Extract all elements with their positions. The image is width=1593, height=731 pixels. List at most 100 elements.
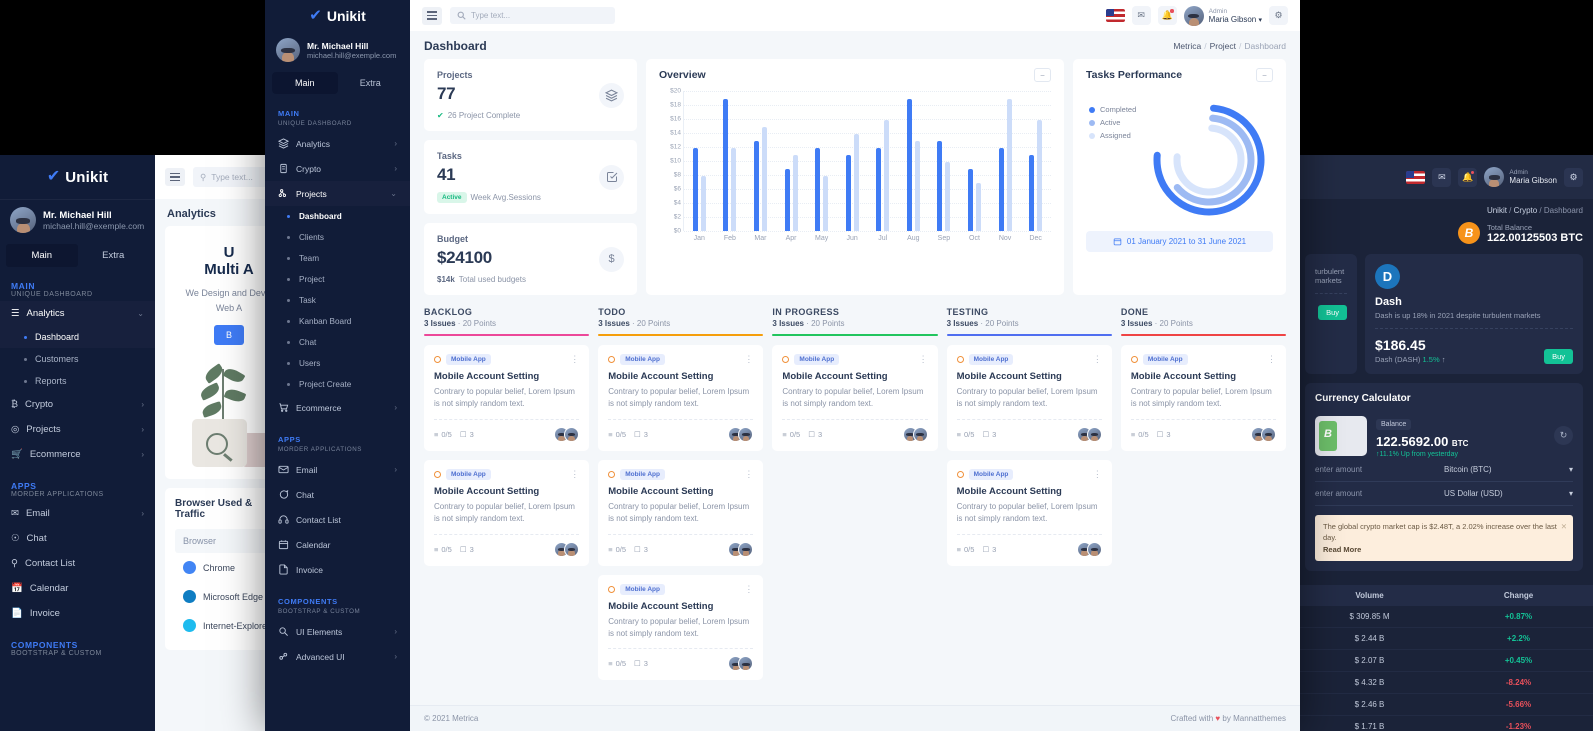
sidebar-tabs[interactable]: Main Extra — [272, 72, 403, 94]
sidebar-item-ui-elements[interactable]: UI Elements › — [265, 619, 410, 644]
dots-vertical-icon[interactable]: ⋮ — [744, 355, 753, 364]
bg-left-profile[interactable]: Mr. Michael Hill michael.hill@exemple.co… — [0, 199, 155, 240]
bg-sidebar-item-dashboard[interactable]: Dashboard — [0, 326, 155, 348]
bell-icon[interactable]: 🔔 — [1157, 6, 1177, 25]
sidebar-item-email[interactable]: Email › — [265, 457, 410, 482]
sidebar-item-invoice[interactable]: Invoice — [265, 557, 410, 582]
gear-icon[interactable]: ⚙ — [1269, 6, 1288, 25]
sidebar-item-advanced-ui[interactable]: Advanced UI › — [265, 644, 410, 669]
dots-vertical-icon[interactable]: ⋮ — [570, 469, 579, 478]
sidebar-item-task[interactable]: Task — [265, 290, 410, 311]
bar[interactable] — [761, 126, 767, 231]
bar[interactable] — [731, 147, 737, 231]
sidebar-item-chat[interactable]: Chat — [265, 332, 410, 353]
sidebar-item-ecommerce[interactable]: Ecommerce › — [265, 395, 410, 420]
dots-vertical-icon[interactable]: ⋮ — [1093, 469, 1102, 478]
bar[interactable] — [1037, 119, 1043, 231]
sidebar-item-contact-list[interactable]: Contact List — [265, 507, 410, 532]
hamburger-icon[interactable] — [165, 168, 185, 186]
bg-left-tabs[interactable]: Main Extra — [6, 244, 149, 267]
bg-sidebar-item-reports[interactable]: Reports — [0, 370, 155, 392]
bg-sidebar-item-contact-list[interactable]: ⚲ Contact List — [0, 551, 155, 576]
bg-sidebar-item-customers[interactable]: Customers — [0, 348, 155, 370]
sidebar-item-clients[interactable]: Clients — [265, 227, 410, 248]
sidebar-item-calendar[interactable]: Calendar — [265, 532, 410, 557]
dots-vertical-icon[interactable]: ⋮ — [744, 469, 753, 478]
buy-button[interactable]: Buy — [1544, 349, 1573, 364]
date-range[interactable]: 01 January 2021 to 31 June 2021 — [1086, 231, 1273, 252]
bar[interactable] — [876, 147, 882, 231]
mail-icon[interactable]: ✉ — [1432, 167, 1452, 187]
bg-sidebar-item-ecommerce[interactable]: 🛒 Ecommerce › — [0, 442, 155, 467]
bar[interactable] — [914, 140, 920, 231]
sidebar-item-project-create[interactable]: Project Create — [265, 374, 410, 395]
us-flag-icon[interactable] — [1406, 170, 1426, 184]
bg-left-tab-extra[interactable]: Extra — [78, 244, 150, 267]
bg-sidebar-item-email[interactable]: ✉ Email › — [0, 501, 155, 526]
search-input[interactable]: Type text... — [450, 7, 615, 24]
kanban-card[interactable]: Mobile App ⋮ Mobile Account Setting Contrar… — [946, 345, 1112, 451]
breadcrumb-mid[interactable]: Project — [1210, 41, 1236, 51]
bg-left-tab-main[interactable]: Main — [6, 244, 78, 267]
bar[interactable] — [815, 147, 821, 231]
dots-vertical-icon[interactable]: ⋮ — [1093, 355, 1102, 364]
buy-button[interactable]: Buy — [1318, 305, 1347, 320]
bar[interactable] — [945, 161, 951, 231]
bar[interactable] — [792, 154, 798, 231]
sidebar-item-chat-app[interactable]: Chat — [265, 482, 410, 507]
sidebar-item-kanban-board[interactable]: Kanban Board — [265, 311, 410, 332]
bell-icon[interactable]: 🔔 — [1458, 167, 1478, 187]
bar[interactable] — [1006, 98, 1012, 231]
hero-button[interactable]: B — [213, 325, 244, 345]
bg-sidebar-item-invoice[interactable]: 📄 Invoice — [0, 601, 155, 626]
bar[interactable] — [998, 147, 1004, 231]
bar[interactable] — [823, 175, 829, 231]
mail-icon[interactable]: ✉ — [1131, 6, 1151, 25]
dots-vertical-icon[interactable]: ⋮ — [919, 355, 928, 364]
admin-menu[interactable]: Admin Maria Gibson ▾ — [1183, 5, 1262, 26]
bar[interactable] — [753, 140, 759, 231]
sidebar-profile[interactable]: Mr. Michael Hill michael.hill@exemple.co… — [265, 31, 410, 69]
bar[interactable] — [937, 140, 943, 231]
tab-main[interactable]: Main — [272, 72, 338, 94]
crumb-root[interactable]: Unikit — [1487, 206, 1507, 215]
bg-sidebar-item-analytics[interactable]: ☰ Analytics ⌄ — [0, 301, 155, 326]
refresh-icon[interactable]: ↻ — [1554, 426, 1573, 445]
kanban-card[interactable]: Mobile App ⋮ Mobile Account Setting Contrar… — [1120, 345, 1287, 451]
sidebar-item-projects[interactable]: Projects ⌄ — [265, 181, 410, 206]
bar[interactable] — [975, 182, 981, 231]
bg-sidebar-item-calendar[interactable]: 📅 Calendar — [0, 576, 155, 601]
breadcrumb-root[interactable]: Metrica — [1173, 41, 1201, 51]
calc-row-2[interactable]: enter amount US Dollar (USD) ▾ — [1315, 482, 1573, 506]
sidebar-item-analytics[interactable]: Analytics › — [265, 131, 410, 156]
bar[interactable] — [853, 133, 859, 231]
bg-sidebar-item-chat[interactable]: ☉ Chat — [0, 526, 155, 551]
sidebar-item-team[interactable]: Team — [265, 248, 410, 269]
crumb-mid[interactable]: Crypto — [1514, 206, 1538, 215]
kanban-card[interactable]: Mobile App ⋮ Mobile Account Setting Contrar… — [946, 459, 1112, 566]
sidebar-item-users[interactable]: Users — [265, 353, 410, 374]
minimize-icon[interactable]: − — [1034, 68, 1051, 82]
amount-input[interactable]: enter amount — [1315, 489, 1444, 498]
bg-sidebar-item-projects[interactable]: ◎ Projects › — [0, 417, 155, 442]
bar[interactable] — [967, 168, 973, 231]
calc-row-1[interactable]: enter amount Bitcoin (BTC) ▾ — [1315, 458, 1573, 482]
bar[interactable] — [884, 119, 890, 231]
dots-vertical-icon[interactable]: ⋮ — [744, 584, 753, 593]
sidebar-item-crypto[interactable]: Crypto › — [265, 156, 410, 181]
dots-vertical-icon[interactable]: ⋮ — [570, 355, 579, 364]
hamburger-icon[interactable] — [422, 6, 442, 25]
bar[interactable] — [845, 154, 851, 231]
bar[interactable] — [784, 168, 790, 231]
read-more-link[interactable]: Read More — [1323, 544, 1565, 555]
bar[interactable] — [1029, 154, 1035, 231]
brand[interactable]: ✔ Unikit — [265, 0, 410, 31]
gear-icon[interactable]: ⚙ — [1564, 167, 1583, 187]
bar[interactable] — [906, 98, 912, 231]
kanban-card[interactable]: Mobile App ⋮ Mobile Account Setting Contrar… — [598, 574, 764, 681]
kanban-card[interactable]: Mobile App ⋮ Mobile Account Setting Contrar… — [424, 345, 590, 451]
us-flag-icon[interactable] — [1105, 9, 1125, 22]
bg-right-admin[interactable]: Admin Maria Gibson — [1484, 167, 1557, 187]
kanban-card[interactable]: Mobile App ⋮ Mobile Account Setting Contrar… — [598, 459, 764, 566]
bar[interactable] — [700, 175, 706, 231]
